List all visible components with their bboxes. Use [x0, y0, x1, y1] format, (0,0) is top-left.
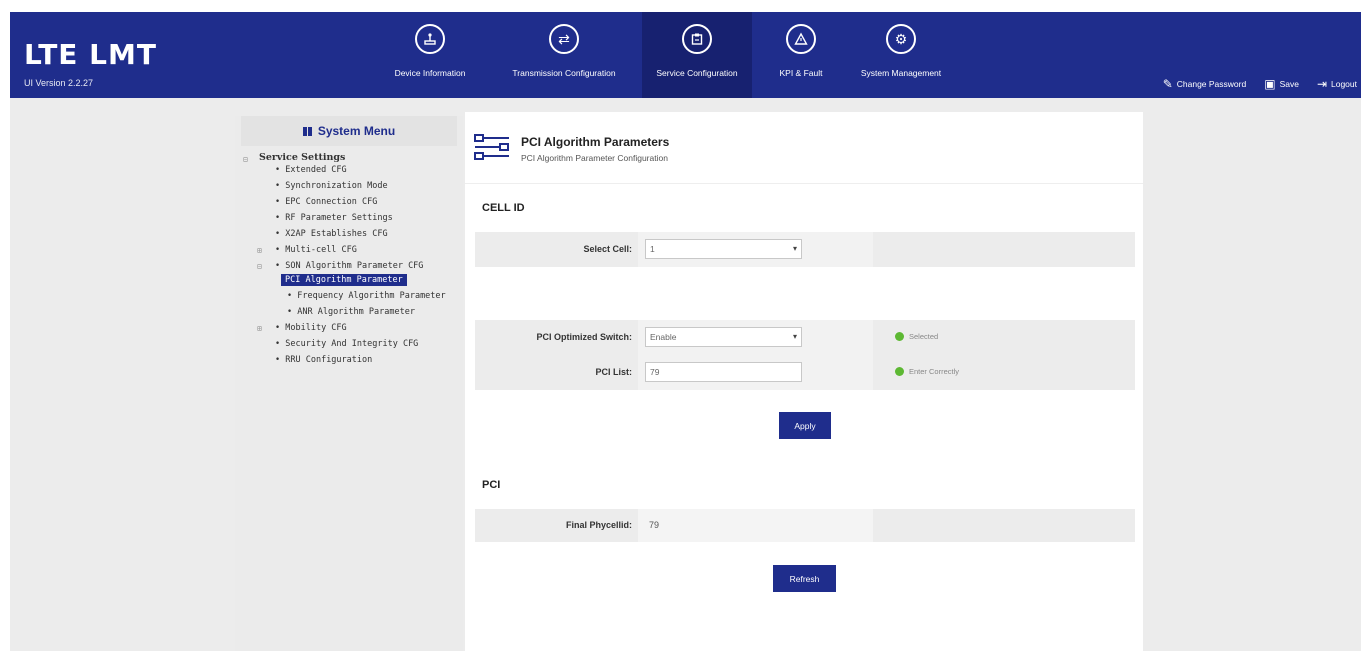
nav-system-management[interactable]: ⚙ System Management [846, 12, 956, 98]
top-header: LTE LMT UI Version 2.2.27 Device Informa… [10, 12, 1361, 98]
sidebar-item-epc-connection[interactable]: • EPC Connection CFG [275, 197, 377, 207]
select-cell-row: Select Cell: 1 ▾ [475, 232, 1135, 267]
pci-switch-dropdown[interactable]: Enable ▾ [645, 327, 802, 347]
pci-list-row: PCI List: 79 Enter Correctly [475, 355, 1135, 390]
header-actions: ✎ Change Password ▣ Save ⇥ Logout [1163, 78, 1357, 90]
nav-label: System Management [860, 68, 942, 78]
sidebar-item-label: Multi-cell CFG [285, 245, 357, 255]
sidebar-item-label: SON Algorithm Parameter CFG [285, 261, 424, 271]
collapse-icon[interactable]: ⊟ [243, 155, 248, 164]
transfer-icon: ⇄ [549, 24, 579, 54]
sidebar-item-label: Frequency Algorithm Parameter [297, 291, 446, 301]
value-cell: 79 [638, 509, 873, 542]
sidebar-item-anr-algorithm[interactable]: • ANR Algorithm Parameter [287, 307, 415, 317]
app-title: LTE LMT [24, 38, 157, 71]
sidebar-title: System Menu [241, 116, 457, 146]
nav-label: KPI & Fault [779, 68, 823, 78]
expand-icon[interactable]: ⊞ [257, 324, 262, 333]
change-password-button[interactable]: ✎ Change Password [1163, 78, 1247, 90]
sidebar-item-extended-cfg[interactable]: • Extended CFG [275, 165, 347, 175]
sidebar-item-multi-cell[interactable]: • Multi-cell CFG [275, 245, 357, 255]
brand: LTE LMT UI Version 2.2.27 [24, 38, 157, 89]
menu-grid-icon [302, 126, 312, 136]
nav-label: Device Information [394, 68, 466, 78]
expand-icon[interactable]: ⊞ [257, 246, 262, 255]
pci-list-label: PCI List: [595, 367, 632, 377]
select-cell-label: Select Cell: [583, 244, 632, 254]
sidebar-item-synchronization-mode[interactable]: • Synchronization Mode [275, 181, 388, 191]
sidebar-item-label: EPC Connection CFG [285, 197, 378, 207]
sidebar-item-son-algorithm[interactable]: • SON Algorithm Parameter CFG [275, 261, 423, 271]
gear-icon: ⚙ [886, 24, 916, 54]
section-title-cell-id: CELL ID [482, 202, 525, 214]
select-cell-value: 1 [650, 244, 655, 254]
sidebar-item-rru-configuration[interactable]: • RRU Configuration [275, 355, 372, 365]
apply-button[interactable]: Apply [779, 412, 831, 439]
logout-icon: ⇥ [1316, 77, 1327, 91]
page-subtitle: PCI Algorithm Parameter Configuration [521, 153, 668, 163]
nav-label: Service Configuration [656, 68, 738, 78]
final-phycellid-label: Final Phycellid: [565, 520, 632, 530]
pci-switch-row: PCI Optimized Switch: Enable ▾ Selected [475, 320, 1135, 355]
chevron-down-icon: ▾ [792, 332, 797, 341]
sidebar-item-x2ap[interactable]: • X2AP Establishes CFG [275, 229, 388, 239]
sidebar-item-label: RRU Configuration [285, 355, 373, 365]
nav-device-information[interactable]: Device Information [382, 12, 478, 98]
sidebar-item-label: RF Parameter Settings [285, 213, 393, 223]
sidebar-item-label: ANR Algorithm Parameter [297, 307, 415, 317]
sidebar-item-rf-parameter[interactable]: • RF Parameter Settings [275, 213, 393, 223]
pci-list-hint: Enter Correctly [895, 367, 959, 376]
sidebar-item-mobility[interactable]: • Mobility CFG [275, 323, 347, 333]
pci-switch-label: PCI Optimized Switch: [536, 332, 632, 342]
sidebar-item-label: Synchronization Mode [285, 181, 388, 191]
refresh-button[interactable]: Refresh [773, 565, 836, 592]
nav-transmission-configuration[interactable]: ⇄ Transmission Configuration [498, 12, 630, 98]
final-phycellid-value: 79 [649, 520, 660, 530]
nav-label: Transmission Configuration [512, 68, 616, 78]
collapse-icon[interactable]: ⊟ [257, 262, 262, 271]
app-version: UI Version 2.2.27 [24, 78, 94, 88]
hint-text: Selected [909, 332, 939, 341]
save-button[interactable]: ▣ Save [1264, 78, 1299, 90]
nav-service-configuration[interactable]: Service Configuration [642, 12, 752, 98]
sidebar-item-security-integrity[interactable]: • Security And Integrity CFG [275, 339, 418, 349]
section-title-pci: PCI [482, 479, 501, 491]
value-cell: Enable ▾ [638, 320, 873, 355]
chevron-down-icon: ▾ [792, 244, 797, 253]
sidebar-item-label: Mobility CFG [285, 323, 347, 333]
device-icon [415, 24, 445, 54]
sidebar-item-label: X2AP Establishes CFG [285, 229, 388, 239]
main-content: PCI Algorithm Parameters PCI Algorithm P… [465, 112, 1143, 651]
logout-label: Logout [1331, 79, 1357, 89]
value-cell: 79 [638, 355, 873, 390]
change-password-label: Change Password [1176, 79, 1247, 89]
sidebar-item-label: Extended CFG [285, 165, 347, 175]
settings-sliders-icon [474, 134, 509, 160]
sidebar-title-text: System Menu [317, 124, 396, 138]
check-icon [895, 367, 904, 376]
page-title: PCI Algorithm Parameters [521, 135, 670, 149]
save-label: Save [1279, 79, 1299, 89]
check-icon [895, 332, 904, 341]
sidebar-item-label: Security And Integrity CFG [285, 339, 419, 349]
nav-kpi-fault[interactable]: KPI & Fault [770, 12, 832, 98]
logout-button[interactable]: ⇥ Logout [1317, 78, 1357, 90]
page-header: PCI Algorithm Parameters PCI Algorithm P… [465, 112, 1143, 184]
tree-root-service-settings[interactable]: Service Settings [259, 152, 345, 163]
warning-icon [786, 24, 816, 54]
pci-list-input[interactable]: 79 [645, 362, 802, 382]
pci-switch-value: Enable [650, 332, 677, 342]
pci-switch-hint: Selected [895, 332, 938, 341]
select-cell-dropdown[interactable]: 1 ▾ [645, 239, 802, 259]
hint-text: Enter Correctly [909, 367, 960, 376]
clipboard-icon [682, 24, 712, 54]
value-cell: 1 ▾ [638, 232, 873, 267]
save-icon: ▣ [1264, 77, 1276, 91]
edit-icon: ✎ [1162, 77, 1173, 91]
sidebar-item-frequency-algorithm[interactable]: • Frequency Algorithm Parameter [287, 291, 446, 301]
final-phycellid-row: Final Phycellid: 79 [475, 509, 1135, 542]
sidebar: System Menu ⊟ Service Settings • Extende… [235, 116, 463, 651]
sidebar-item-pci-algorithm[interactable]: PCI Algorithm Parameter [281, 274, 407, 286]
